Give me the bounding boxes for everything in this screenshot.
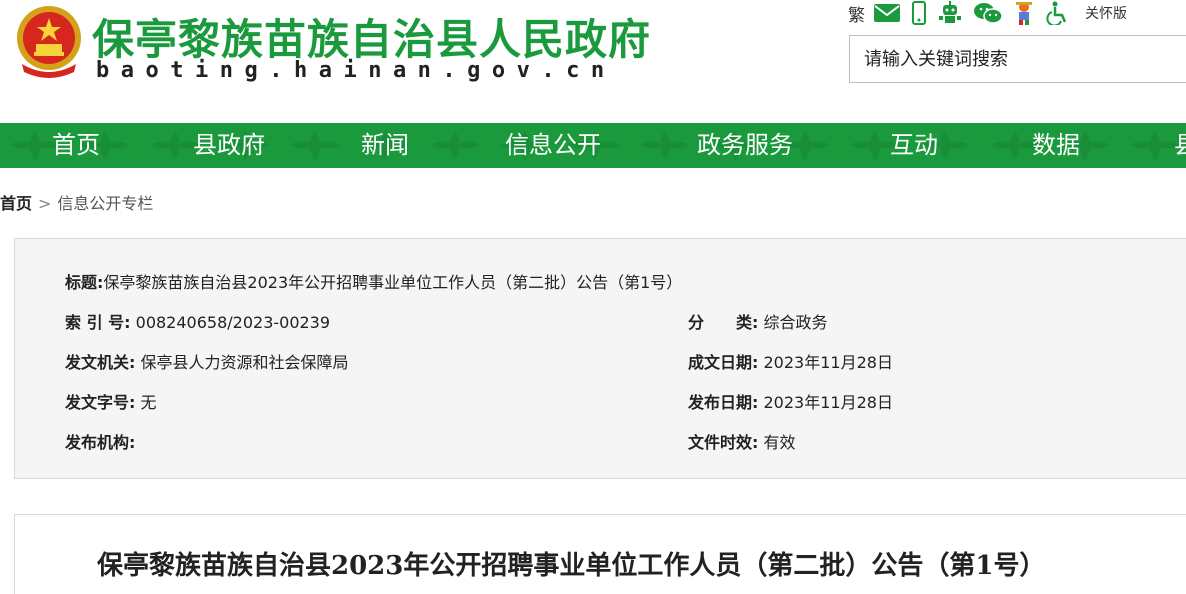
info-category-row: 分 类: 综合政务 <box>688 309 828 333</box>
nav-interaction[interactable]: 互动 <box>890 123 938 168</box>
main-nav: 首页 县政府 新闻 信息公开 政务服务 互动 数据 县 <box>0 123 1186 168</box>
search-box <box>849 35 1186 83</box>
info-issuer-label: 发文机关: <box>65 353 136 372</box>
info-category-value: 综合政务 <box>763 313 828 332</box>
breadcrumb-separator: > <box>38 194 52 213</box>
national-emblem-icon[interactable] <box>14 4 84 78</box>
accessibility-icon[interactable] <box>1045 1 1071 25</box>
info-title-row: 标题:保亭黎族苗族自治县2023年公开招聘事业单位工作人员（第二批）公告（第1号… <box>65 269 682 293</box>
info-publish-date-label: 发布日期: <box>688 393 759 412</box>
info-doc-number-row: 发文字号: 无 <box>65 389 157 413</box>
mobile-icon[interactable] <box>911 1 927 25</box>
header-tools: 繁 关怀版 <box>848 0 1127 26</box>
info-publish-date-row: 发布日期: 2023年11月28日 <box>688 389 893 413</box>
article-title: 保亭黎族苗族自治县2023年公开招聘事业单位工作人员（第二批）公告（第1号） <box>97 551 1046 581</box>
wechat-icon[interactable] <box>973 1 1003 25</box>
info-publish-date-value: 2023年11月28日 <box>763 393 893 412</box>
info-written-date-value: 2023年11月28日 <box>763 353 893 372</box>
info-title-label: 标题: <box>65 273 104 292</box>
nav-county-government[interactable]: 县政府 <box>193 123 265 168</box>
nav-government-services[interactable]: 政务服务 <box>697 123 793 168</box>
document-info-panel: 标题:保亭黎族苗族自治县2023年公开招聘事业单位工作人员（第二批）公告（第1号… <box>14 238 1186 479</box>
article-content: 保亭黎族苗族自治县2023年公开招聘事业单位工作人员（第二批）公告（第1号） <box>14 514 1186 594</box>
info-doc-number-value: 无 <box>140 393 157 412</box>
nav-info-disclosure[interactable]: 信息公开 <box>505 123 601 168</box>
info-category-label: 分 类: <box>688 313 759 332</box>
info-index-row: 索 引 号: 008240658/2023-00239 <box>65 309 330 333</box>
mail-icon[interactable] <box>873 1 901 25</box>
info-publisher-label: 发布机构: <box>65 433 136 452</box>
breadcrumb-current[interactable]: 信息公开专栏 <box>57 194 153 213</box>
nav-data[interactable]: 数据 <box>1032 123 1080 168</box>
nav-more[interactable]: 县 <box>1174 123 1186 168</box>
robot-icon[interactable] <box>937 1 963 25</box>
search-input[interactable] <box>850 36 1186 82</box>
info-title-value: 保亭黎族苗族自治县2023年公开招聘事业单位工作人员（第二批）公告（第1号） <box>103 273 683 292</box>
site-header: 保亭黎族苗族自治县人民政府 baoting.hainan.gov.cn 繁 关怀… <box>0 0 1186 123</box>
info-validity-value: 有效 <box>763 433 796 452</box>
breadcrumb: 首页 > 信息公开专栏 <box>0 190 153 214</box>
traditional-chinese-toggle[interactable]: 繁 <box>848 1 865 26</box>
info-validity-row: 文件时效: 有效 <box>688 429 796 453</box>
info-doc-number-label: 发文字号: <box>65 393 136 412</box>
nav-news[interactable]: 新闻 <box>361 123 409 168</box>
info-written-date-row: 成文日期: 2023年11月28日 <box>688 349 893 373</box>
info-index-value: 008240658/2023-00239 <box>135 313 331 332</box>
info-issuer-value: 保亭县人力资源和社会保障局 <box>140 353 349 372</box>
info-index-label: 索 引 号: <box>65 313 131 332</box>
care-mode-link[interactable]: 关怀版 <box>1085 3 1127 23</box>
info-issuer-row: 发文机关: 保亭县人力资源和社会保障局 <box>65 349 349 373</box>
nav-home[interactable]: 首页 <box>52 123 100 168</box>
mascot-icon[interactable] <box>1013 1 1035 25</box>
breadcrumb-home[interactable]: 首页 <box>0 194 32 213</box>
site-domain: baoting.hainan.gov.cn <box>96 58 616 83</box>
info-publisher-row: 发布机构: <box>65 429 135 453</box>
info-validity-label: 文件时效: <box>688 433 759 452</box>
info-written-date-label: 成文日期: <box>688 353 759 372</box>
